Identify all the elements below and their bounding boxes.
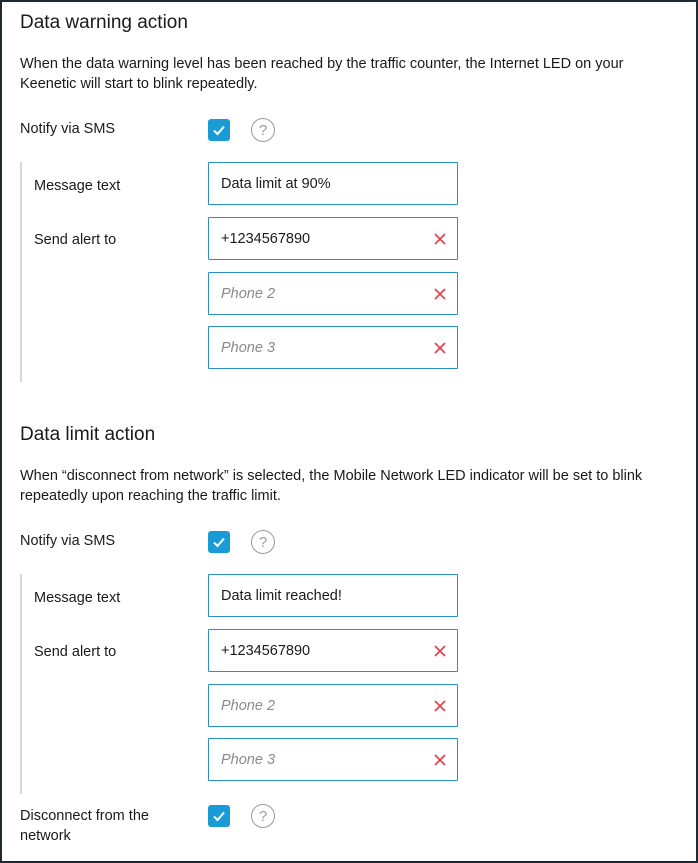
limit-message-value: Data limit reached!: [221, 587, 342, 604]
panel: Data warning action When the data warnin…: [0, 0, 698, 863]
limit-message-input[interactable]: Data limit reached!: [208, 574, 458, 617]
warning-notify-checkbox[interactable]: [208, 119, 230, 141]
warning-phone1-value: +1234567890: [221, 230, 311, 247]
limit-notify-help-icon[interactable]: ?: [251, 530, 275, 554]
limit-phone3-input[interactable]: Phone 3: [208, 738, 458, 781]
limit-section: Data limit action: [20, 424, 680, 446]
warning-phone3-input[interactable]: Phone 3: [208, 326, 458, 369]
warning-description: When the data warning level has been rea…: [20, 56, 624, 92]
disconnect-label: Disconnect from the network: [20, 808, 149, 844]
warning-group: Message text Data limit at 90% Send aler…: [20, 162, 680, 382]
limit-phone1-value: +1234567890: [221, 642, 311, 659]
limit-phone3-placeholder: Phone 3: [221, 751, 276, 768]
limit-phone2-input[interactable]: Phone 2: [208, 684, 458, 727]
limit-phone2-placeholder: Phone 2: [221, 697, 276, 714]
warning-message-input[interactable]: Data limit at 90%: [208, 162, 458, 205]
limit-title: Data limit action: [20, 424, 156, 445]
warning-notify-help-icon[interactable]: ?: [251, 118, 275, 142]
warning-phone3-placeholder: Phone 3: [221, 339, 276, 356]
limit-description-wrap: When “disconnect from network” is select…: [20, 466, 680, 506]
limit-notify-row: Notify via SMS ?: [20, 530, 680, 554]
clear-icon[interactable]: [431, 285, 449, 303]
clear-icon[interactable]: [431, 751, 449, 769]
limit-phone1-input[interactable]: +1234567890: [208, 629, 458, 672]
warning-message-label: Message text: [34, 178, 121, 194]
warning-message-value: Data limit at 90%: [221, 175, 331, 192]
warning-description-wrap: When the data warning level has been rea…: [20, 54, 680, 94]
warning-section: Data warning action: [20, 12, 680, 34]
check-icon: [213, 125, 225, 136]
clear-icon[interactable]: [431, 697, 449, 715]
disconnect-checkbox[interactable]: [208, 805, 230, 827]
warning-title: Data warning action: [20, 12, 188, 33]
warning-phone1-input[interactable]: +1234567890: [208, 217, 458, 260]
limit-notify-checkbox[interactable]: [208, 531, 230, 553]
warning-notify-label: Notify via SMS: [20, 121, 116, 137]
limit-message-label: Message text: [34, 590, 121, 606]
check-icon: [213, 537, 225, 548]
group-divider: [20, 574, 22, 794]
warning-send-label: Send alert to: [34, 232, 117, 248]
warning-phone2-input[interactable]: Phone 2: [208, 272, 458, 315]
limit-send-label: Send alert to: [34, 644, 117, 660]
clear-icon[interactable]: [431, 339, 449, 357]
clear-icon[interactable]: [431, 230, 449, 248]
warning-phone2-placeholder: Phone 2: [221, 285, 276, 302]
warning-notify-row: Notify via SMS ?: [20, 118, 680, 142]
group-divider: [20, 162, 22, 382]
clear-icon[interactable]: [431, 642, 449, 660]
disconnect-row: Disconnect from the network ?: [20, 804, 680, 848]
limit-group: Message text Data limit reached! Send al…: [20, 574, 680, 794]
disconnect-help-icon[interactable]: ?: [251, 804, 275, 828]
limit-description: When “disconnect from network” is select…: [20, 468, 643, 504]
limit-notify-label: Notify via SMS: [20, 533, 116, 549]
check-icon: [213, 811, 225, 822]
